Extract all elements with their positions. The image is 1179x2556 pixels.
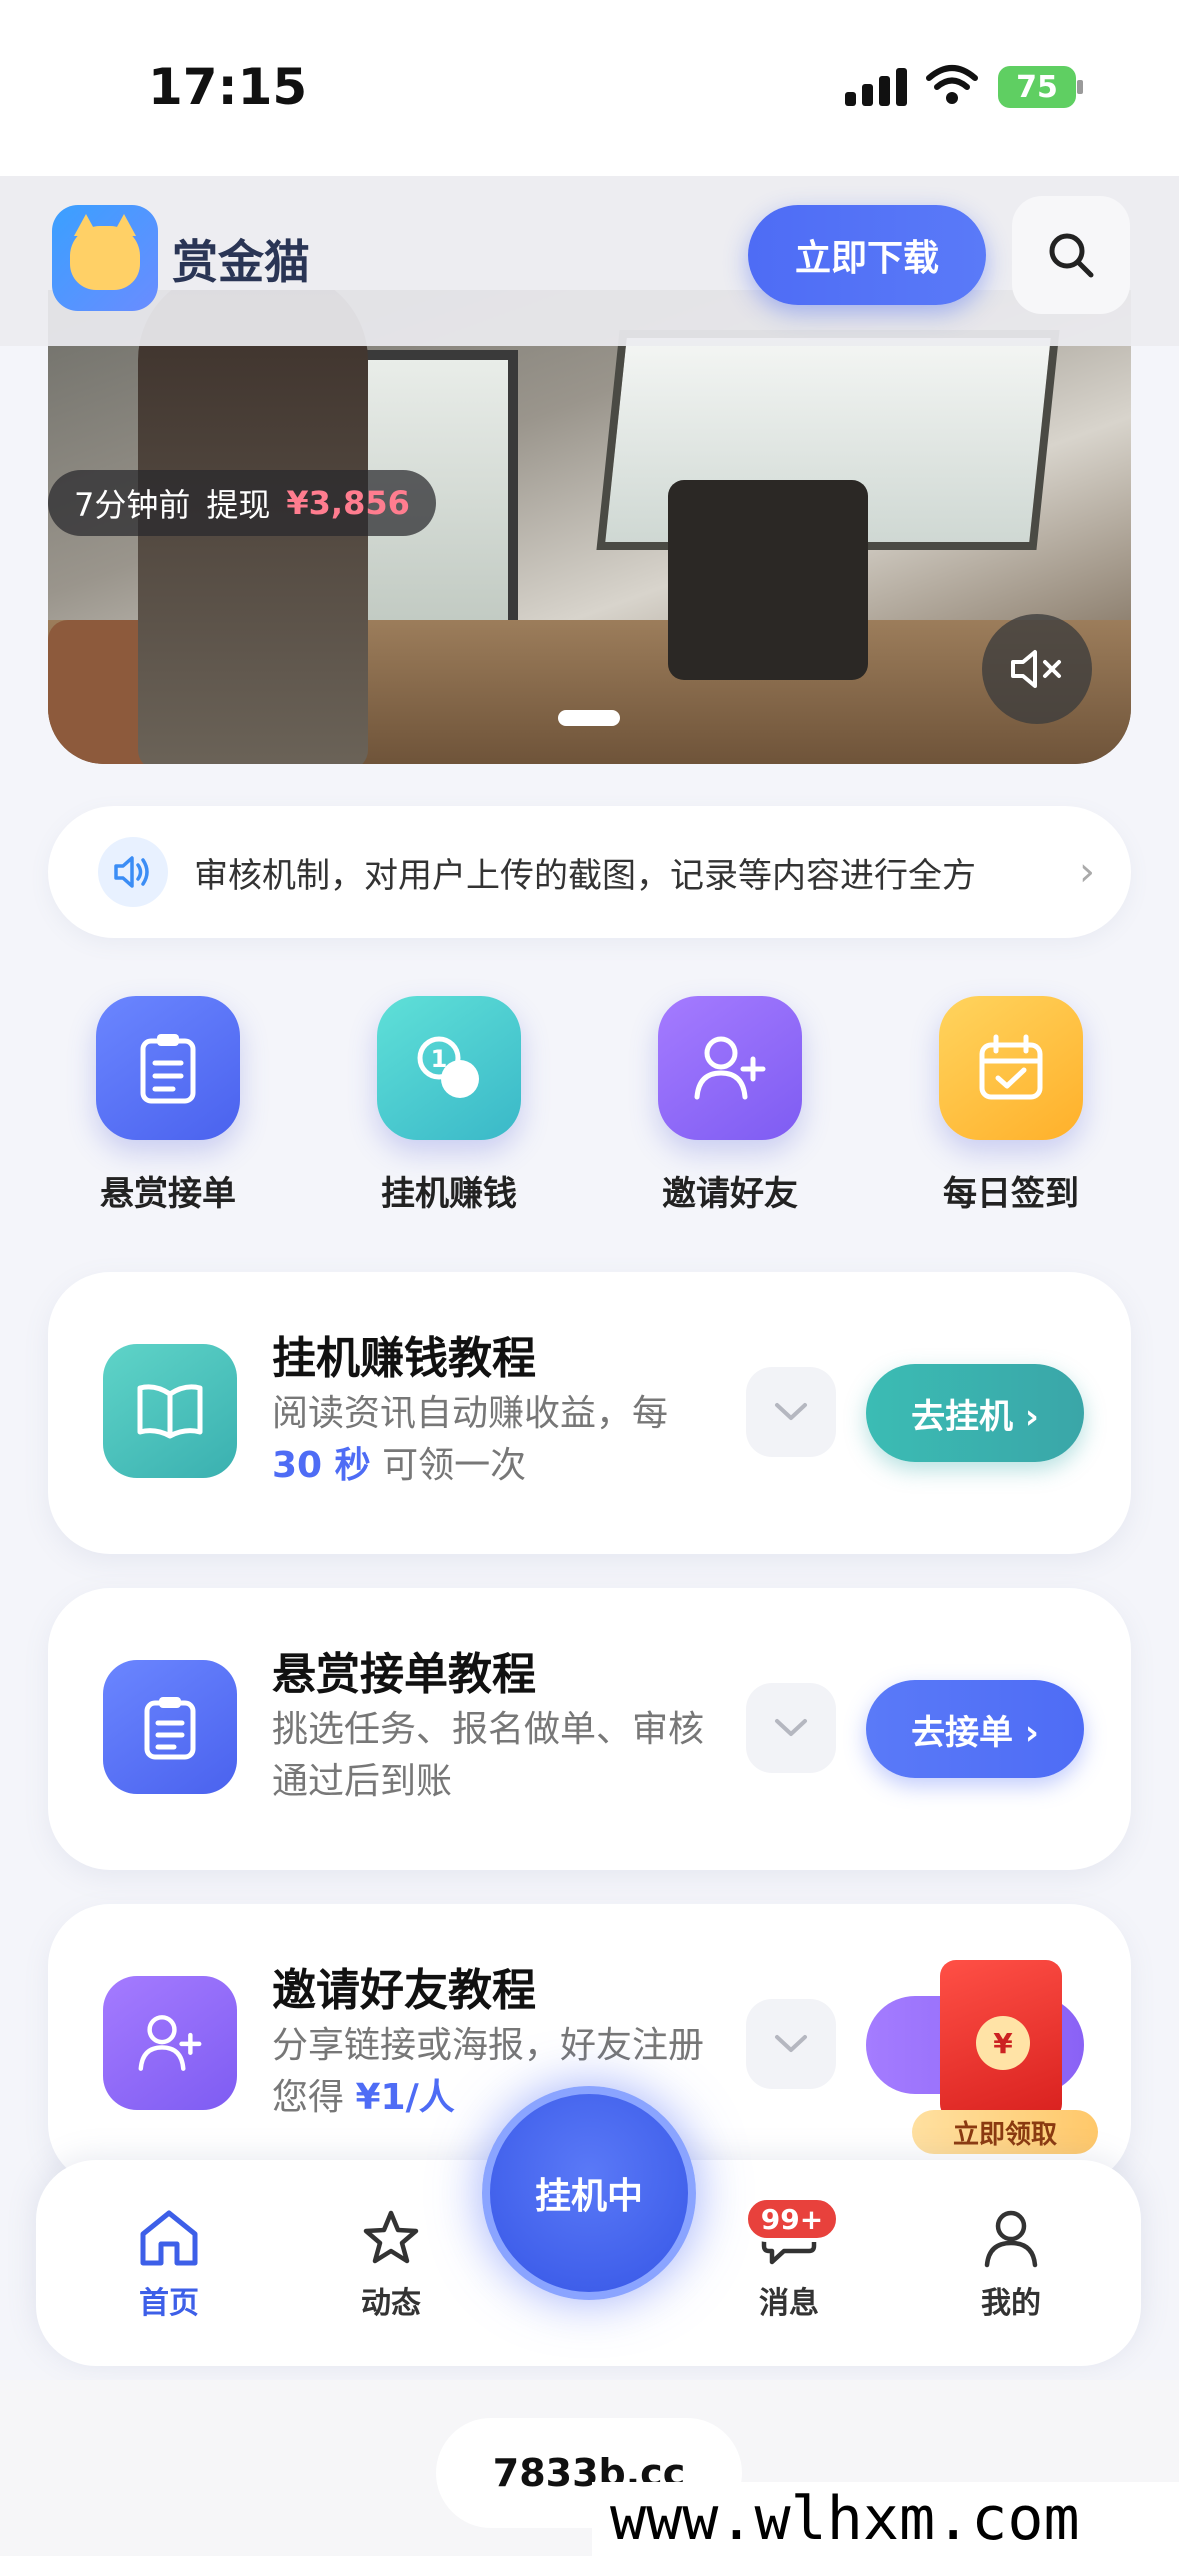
card-description: 挑选任务、报名做单、审核通过后到账 [272, 1709, 705, 1802]
chevron-down-icon [775, 2035, 807, 2052]
search-icon [1049, 233, 1094, 278]
tab-feed[interactable]: 动态 [326, 2208, 456, 2322]
app-logo [52, 205, 158, 311]
ticker-time: 7分钟前 [74, 486, 191, 524]
quick-action-invite[interactable]: 邀请好友 [630, 996, 830, 1215]
expand-button[interactable] [746, 1999, 836, 2089]
calendar-check-icon [939, 996, 1083, 1140]
clipboard-icon [103, 1660, 237, 1794]
tab-home[interactable]: 首页 [104, 2208, 234, 2322]
status-time: 17:15 [148, 58, 308, 116]
card-description-tail: 可领一次 [382, 1445, 527, 1486]
messages-badge: 99+ [744, 2196, 840, 2242]
withdraw-ticker: 7分钟前 提现 ¥3,856 [48, 470, 436, 536]
home-icon [140, 2210, 198, 2266]
chevron-right-icon: › [1079, 849, 1095, 895]
expand-button[interactable] [746, 1683, 836, 1773]
add-user-icon [103, 1976, 237, 2110]
speaker-icon [98, 837, 168, 907]
card-highlight: ¥1/人 [355, 2077, 455, 2118]
card-title: 邀请好友教程 [272, 1965, 536, 2016]
card-description-text: 阅读资讯自动赚收益，每 [272, 1393, 669, 1434]
chevron-down-icon [775, 1403, 807, 1420]
ticker-amount: ¥3,856 [286, 484, 410, 522]
card-title: 挂机赚钱教程 [272, 1333, 536, 1384]
tab-label: 首页 [139, 2286, 199, 2321]
notice-text: 审核机制，对用户上传的截图，记录等内容进行全方 [194, 855, 976, 896]
cat-icon [70, 214, 140, 290]
go-idle-button[interactable]: 去挂机 › [866, 1364, 1084, 1462]
notice-bar[interactable]: 审核机制，对用户上传的截图，记录等内容进行全方 › [48, 806, 1131, 938]
tab-label: 动态 [361, 2286, 421, 2321]
go-bounty-button[interactable]: 去接单 › [866, 1680, 1084, 1778]
tutorial-card-idle[interactable]: 挂机赚钱教程 阅读资讯自动赚收益，每 30 秒 可领一次 去挂机 › [48, 1272, 1131, 1554]
quick-action-bounty[interactable]: 悬赏接单 [68, 996, 268, 1215]
card-description: 阅读资讯自动赚收益，每 30 秒 可领一次 [272, 1388, 712, 1492]
coins-icon: 1 [377, 996, 521, 1140]
card-highlight: 30 秒 [272, 1445, 371, 1486]
add-user-icon [658, 996, 802, 1140]
quick-action-label: 悬赏接单 [100, 1174, 236, 1214]
tutorial-card-bounty[interactable]: 悬赏接单教程 挑选任务、报名做单、审核通过后到账 去接单 › [48, 1588, 1131, 1870]
quick-action-label: 邀请好友 [662, 1174, 798, 1214]
quick-action-idle-earn[interactable]: 1 挂机赚钱 [349, 996, 549, 1215]
book-icon [103, 1344, 237, 1478]
battery-tip [1077, 80, 1083, 94]
signal-icon [845, 68, 907, 106]
quick-action-checkin[interactable]: 每日签到 [911, 996, 1111, 1215]
quick-action-label: 挂机赚钱 [381, 1174, 517, 1214]
battery-icon: 75 [998, 66, 1076, 108]
red-packet-seal: ¥ [976, 2016, 1030, 2070]
watermark-text: www.wlhxm.com [592, 2482, 1179, 2556]
center-idle-button[interactable]: 挂机中 [482, 2086, 696, 2300]
quick-actions: 悬赏接单 1 挂机赚钱 邀请好友 每日签到 [48, 996, 1131, 1215]
red-packet-label: 立即领取 [912, 2110, 1098, 2154]
card-title: 悬赏接单教程 [272, 1649, 536, 1700]
app-name: 赏金猫 [172, 235, 310, 289]
tab-mine[interactable]: 我的 [946, 2208, 1076, 2322]
mute-icon [1011, 650, 1061, 688]
user-icon [984, 2210, 1038, 2268]
tab-label: 消息 [759, 2286, 819, 2321]
wifi-icon [926, 65, 978, 104]
search-button[interactable] [1012, 196, 1130, 314]
red-packet-widget[interactable]: ¥ 立即领取 [910, 1960, 1100, 2160]
carousel-indicator[interactable] [558, 710, 620, 726]
download-button[interactable]: 立即下载 [748, 205, 986, 305]
hero-scene-chair [668, 480, 868, 680]
quick-action-label: 每日签到 [943, 1174, 1079, 1214]
tab-label: 我的 [981, 2286, 1041, 2321]
chevron-down-icon [775, 1719, 807, 1736]
expand-button[interactable] [746, 1367, 836, 1457]
mute-button[interactable] [982, 614, 1092, 724]
ticker-action: 提现 [206, 486, 271, 524]
status-bar: 17:15 75 [0, 0, 1179, 176]
star-icon [363, 2210, 419, 2264]
clipboard-icon [96, 996, 240, 1140]
